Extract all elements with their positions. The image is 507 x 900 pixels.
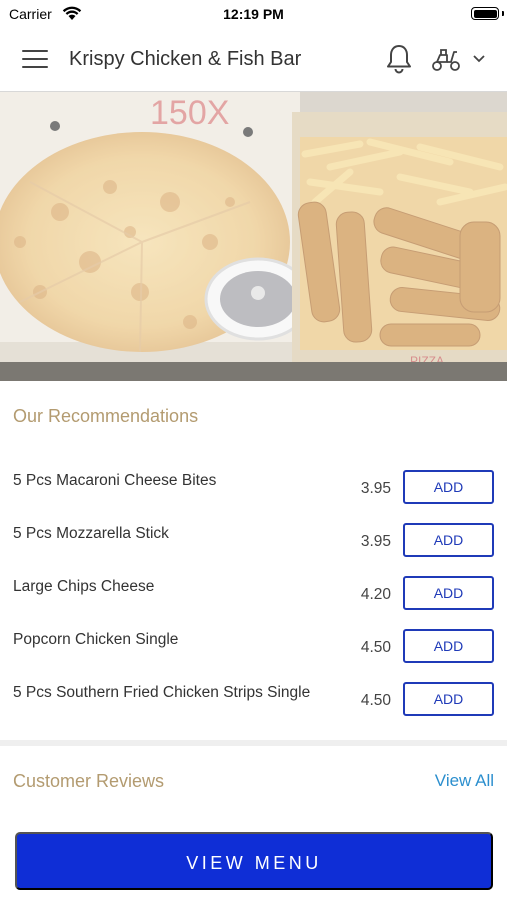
add-button[interactable]: ADD <box>403 523 494 557</box>
item-name: 5 Pcs Southern Fried Chicken Strips Sing… <box>13 684 311 701</box>
chevron-down-icon[interactable] <box>472 54 486 64</box>
battery-icon <box>471 7 499 20</box>
item-price: 4.20 <box>360 586 391 603</box>
recommendations-title: Our Recommendations <box>13 406 199 426</box>
scooter-icon[interactable] <box>430 46 462 72</box>
page-title: Krispy Chicken & Fish Bar <box>69 48 302 70</box>
reviews-title: Customer Reviews <box>13 771 165 791</box>
menu-icon[interactable] <box>22 50 48 70</box>
list-item: 5 Pcs Southern Fried Chicken Strips Sing… <box>0 672 507 725</box>
item-price: 4.50 <box>360 692 391 709</box>
app-header: Krispy Chicken & Fish Bar <box>0 28 507 92</box>
item-price: 4.50 <box>360 639 391 656</box>
clock: 12:19 PM <box>223 6 284 22</box>
section-divider <box>0 740 507 746</box>
view-menu-button[interactable]: VIEW MENU <box>15 832 493 890</box>
list-item: 5 Pcs Macaroni Cheese Bites 3.95 ADD <box>0 460 507 513</box>
item-price: 3.95 <box>360 533 391 550</box>
item-name: Popcorn Chicken Single <box>13 631 179 648</box>
item-name: 5 Pcs Mozzarella Stick <box>13 525 169 542</box>
item-price: 3.95 <box>360 480 391 497</box>
add-button[interactable]: ADD <box>403 470 494 504</box>
list-item: Popcorn Chicken Single 4.50 ADD <box>0 619 507 672</box>
battery-tip <box>502 11 504 16</box>
add-button[interactable]: ADD <box>403 629 494 663</box>
list-item: 5 Pcs Mozzarella Stick 3.95 ADD <box>0 513 507 566</box>
status-bar: Carrier 12:19 PM <box>0 0 507 28</box>
add-button[interactable]: ADD <box>403 576 494 610</box>
view-all-link[interactable]: View All <box>435 771 494 791</box>
bell-icon[interactable] <box>384 43 414 75</box>
add-button[interactable]: ADD <box>403 682 494 716</box>
hero-image: 150X PIZZA <box>0 92 507 381</box>
recommendations-list: 5 Pcs Macaroni Cheese Bites 3.95 ADD 5 P… <box>0 460 507 725</box>
list-item: Large Chips Cheese 4.20 ADD <box>0 566 507 619</box>
item-name: 5 Pcs Macaroni Cheese Bites <box>13 472 217 489</box>
item-name: Large Chips Cheese <box>13 578 155 595</box>
